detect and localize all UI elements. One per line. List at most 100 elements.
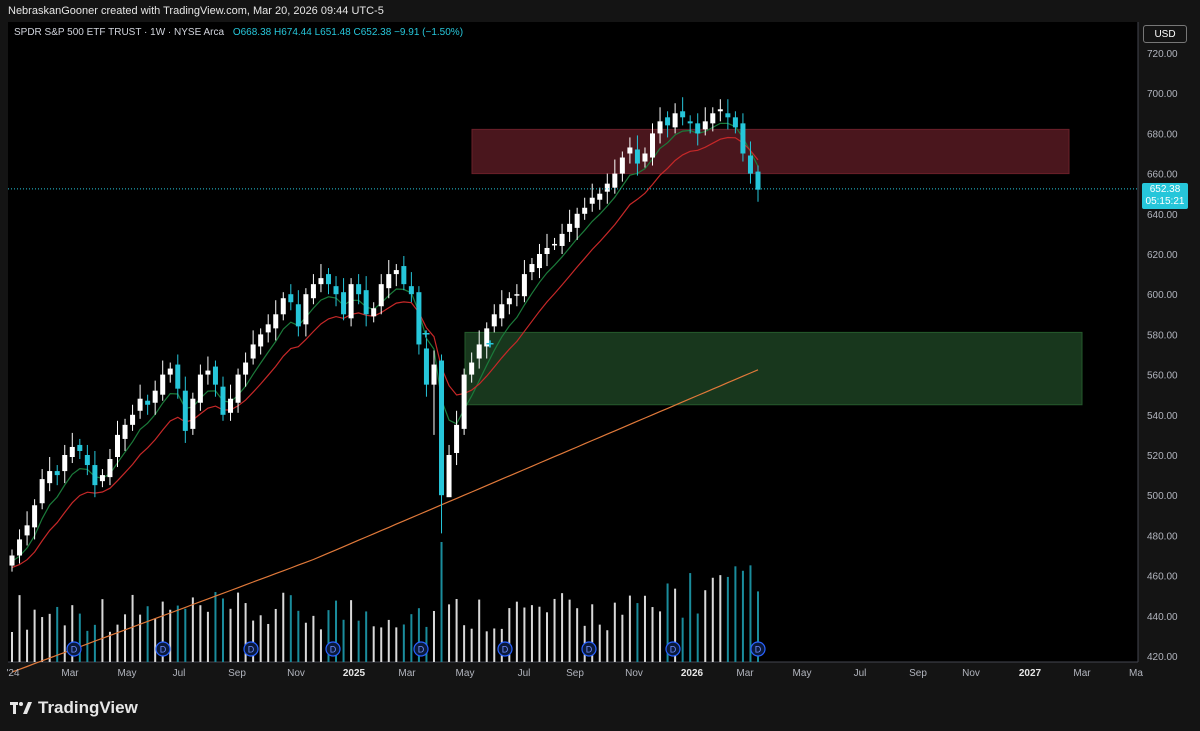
volume-bar: [546, 612, 549, 662]
x-tick-label: Jul: [173, 668, 186, 679]
candle-body: [521, 274, 527, 297]
y-tick-label: 460.00: [1147, 572, 1178, 583]
candle-body: [732, 117, 738, 128]
last-price-tag: 652.38 05:15:21: [1142, 183, 1188, 209]
candle-body: [69, 446, 75, 458]
volume-bar: [48, 613, 51, 662]
cross-marker: +: [486, 335, 494, 351]
x-tick-label: Nov: [287, 668, 305, 679]
volume-bar: [380, 627, 383, 662]
dividend-marker-label: D: [71, 645, 78, 655]
candle-body: [687, 121, 693, 124]
candle-body: [24, 525, 30, 536]
candle-body: [544, 247, 550, 254]
credit-line: NebraskanGooner created with TradingView…: [8, 5, 384, 17]
volume-bar: [319, 629, 322, 662]
volume-bar: [470, 628, 473, 662]
symbol-legend[interactable]: SPDR S&P 500 ETF TRUST · 1W · NYSE Arca …: [14, 27, 463, 38]
candle-body: [416, 292, 422, 345]
currency-button[interactable]: USD: [1143, 25, 1187, 43]
cross-marker: +: [422, 325, 430, 341]
candle-body: [310, 284, 316, 299]
candle-body: [84, 455, 90, 466]
volume-bar: [410, 614, 413, 662]
candle-body: [77, 444, 83, 451]
candle-body: [740, 123, 746, 154]
y-tick-label: 440.00: [1147, 612, 1178, 623]
volume-bar: [274, 608, 277, 662]
volume-bar: [214, 592, 217, 662]
candle-body: [356, 284, 362, 295]
volume-bar: [221, 598, 224, 662]
candle-body: [491, 314, 497, 327]
candle-body: [197, 374, 203, 403]
candle-body: [680, 111, 686, 118]
symbol-title: SPDR S&P 500 ETF TRUST · 1W · NYSE Arca: [14, 27, 225, 38]
candle-body: [9, 555, 15, 566]
x-tick-label: Nov: [962, 668, 980, 679]
volume-bar: [101, 599, 104, 662]
bar-countdown: 05:15:21: [1145, 196, 1185, 207]
dividend-marker-label: D: [248, 645, 255, 655]
y-tick-label: 660.00: [1147, 170, 1178, 181]
candle-body: [589, 197, 595, 204]
volume-bar: [741, 570, 744, 662]
volume-bar: [78, 613, 81, 662]
candle-body: [619, 157, 625, 174]
volume-bar: [176, 605, 179, 662]
chart-frame[interactable]: + + D D D D D D D D D 420.00 440.00 460.00 480.00 500.0…: [0, 22, 1200, 684]
volume-bar: [33, 609, 36, 662]
volume-bar: [199, 605, 202, 662]
candle-body: [634, 149, 640, 164]
candle-body: [514, 294, 520, 296]
volume-bar: [432, 610, 435, 662]
candle-body: [431, 364, 437, 385]
y-tick-label: 600.00: [1147, 290, 1178, 301]
volume-bar: [154, 619, 157, 662]
volume-bar: [651, 607, 654, 662]
candle-body: [499, 304, 505, 319]
candle-body: [235, 374, 241, 403]
x-tick-label: Ma: [1129, 668, 1143, 679]
tradingview-brand[interactable]: TradingView: [10, 698, 138, 718]
volume-bar: [304, 622, 307, 662]
candle-body: [47, 471, 53, 484]
y-tick-label: 640.00: [1147, 210, 1178, 221]
candle-body: [243, 362, 249, 375]
candle-body: [114, 434, 120, 458]
volume-bar: [124, 614, 127, 662]
candle-body: [725, 113, 731, 118]
x-tick-label: 2027: [1019, 668, 1042, 679]
volume-bar: [267, 623, 270, 662]
x-tick-label: Mar: [398, 668, 416, 679]
volume-bar: [342, 619, 345, 662]
candle-body: [130, 414, 136, 425]
volume-bar: [576, 608, 579, 662]
candle-body: [303, 294, 309, 325]
candle-body: [54, 471, 60, 476]
candle-body: [597, 193, 603, 200]
volume-bar: [628, 595, 631, 662]
candle-body: [190, 398, 196, 429]
chart-canvas[interactable]: + + D D D D D D D D D 420.00 440.00 460.00 480.00 500.0…: [0, 22, 1200, 684]
candle-body: [650, 133, 656, 158]
candle-body: [220, 386, 226, 415]
y-tick-label: 560.00: [1147, 371, 1178, 382]
dividend-marker-label: D: [502, 645, 509, 655]
candle-body: [378, 284, 384, 307]
x-tick-label: Jul: [854, 668, 867, 679]
candle-body: [612, 173, 618, 188]
volume-bar: [440, 542, 443, 662]
candle-body: [559, 233, 565, 246]
candle-body: [506, 298, 512, 305]
x-tick-label: May: [118, 668, 137, 679]
candle-body: [604, 183, 610, 192]
candle-body: [574, 213, 580, 228]
x-tick-label: Nov: [625, 668, 643, 679]
volume-bar: [643, 595, 646, 662]
volume-bar: [191, 597, 194, 662]
candle-body: [710, 113, 716, 124]
candle-body: [627, 147, 633, 154]
volume-bar: [621, 614, 624, 662]
candle-body: [160, 374, 166, 395]
